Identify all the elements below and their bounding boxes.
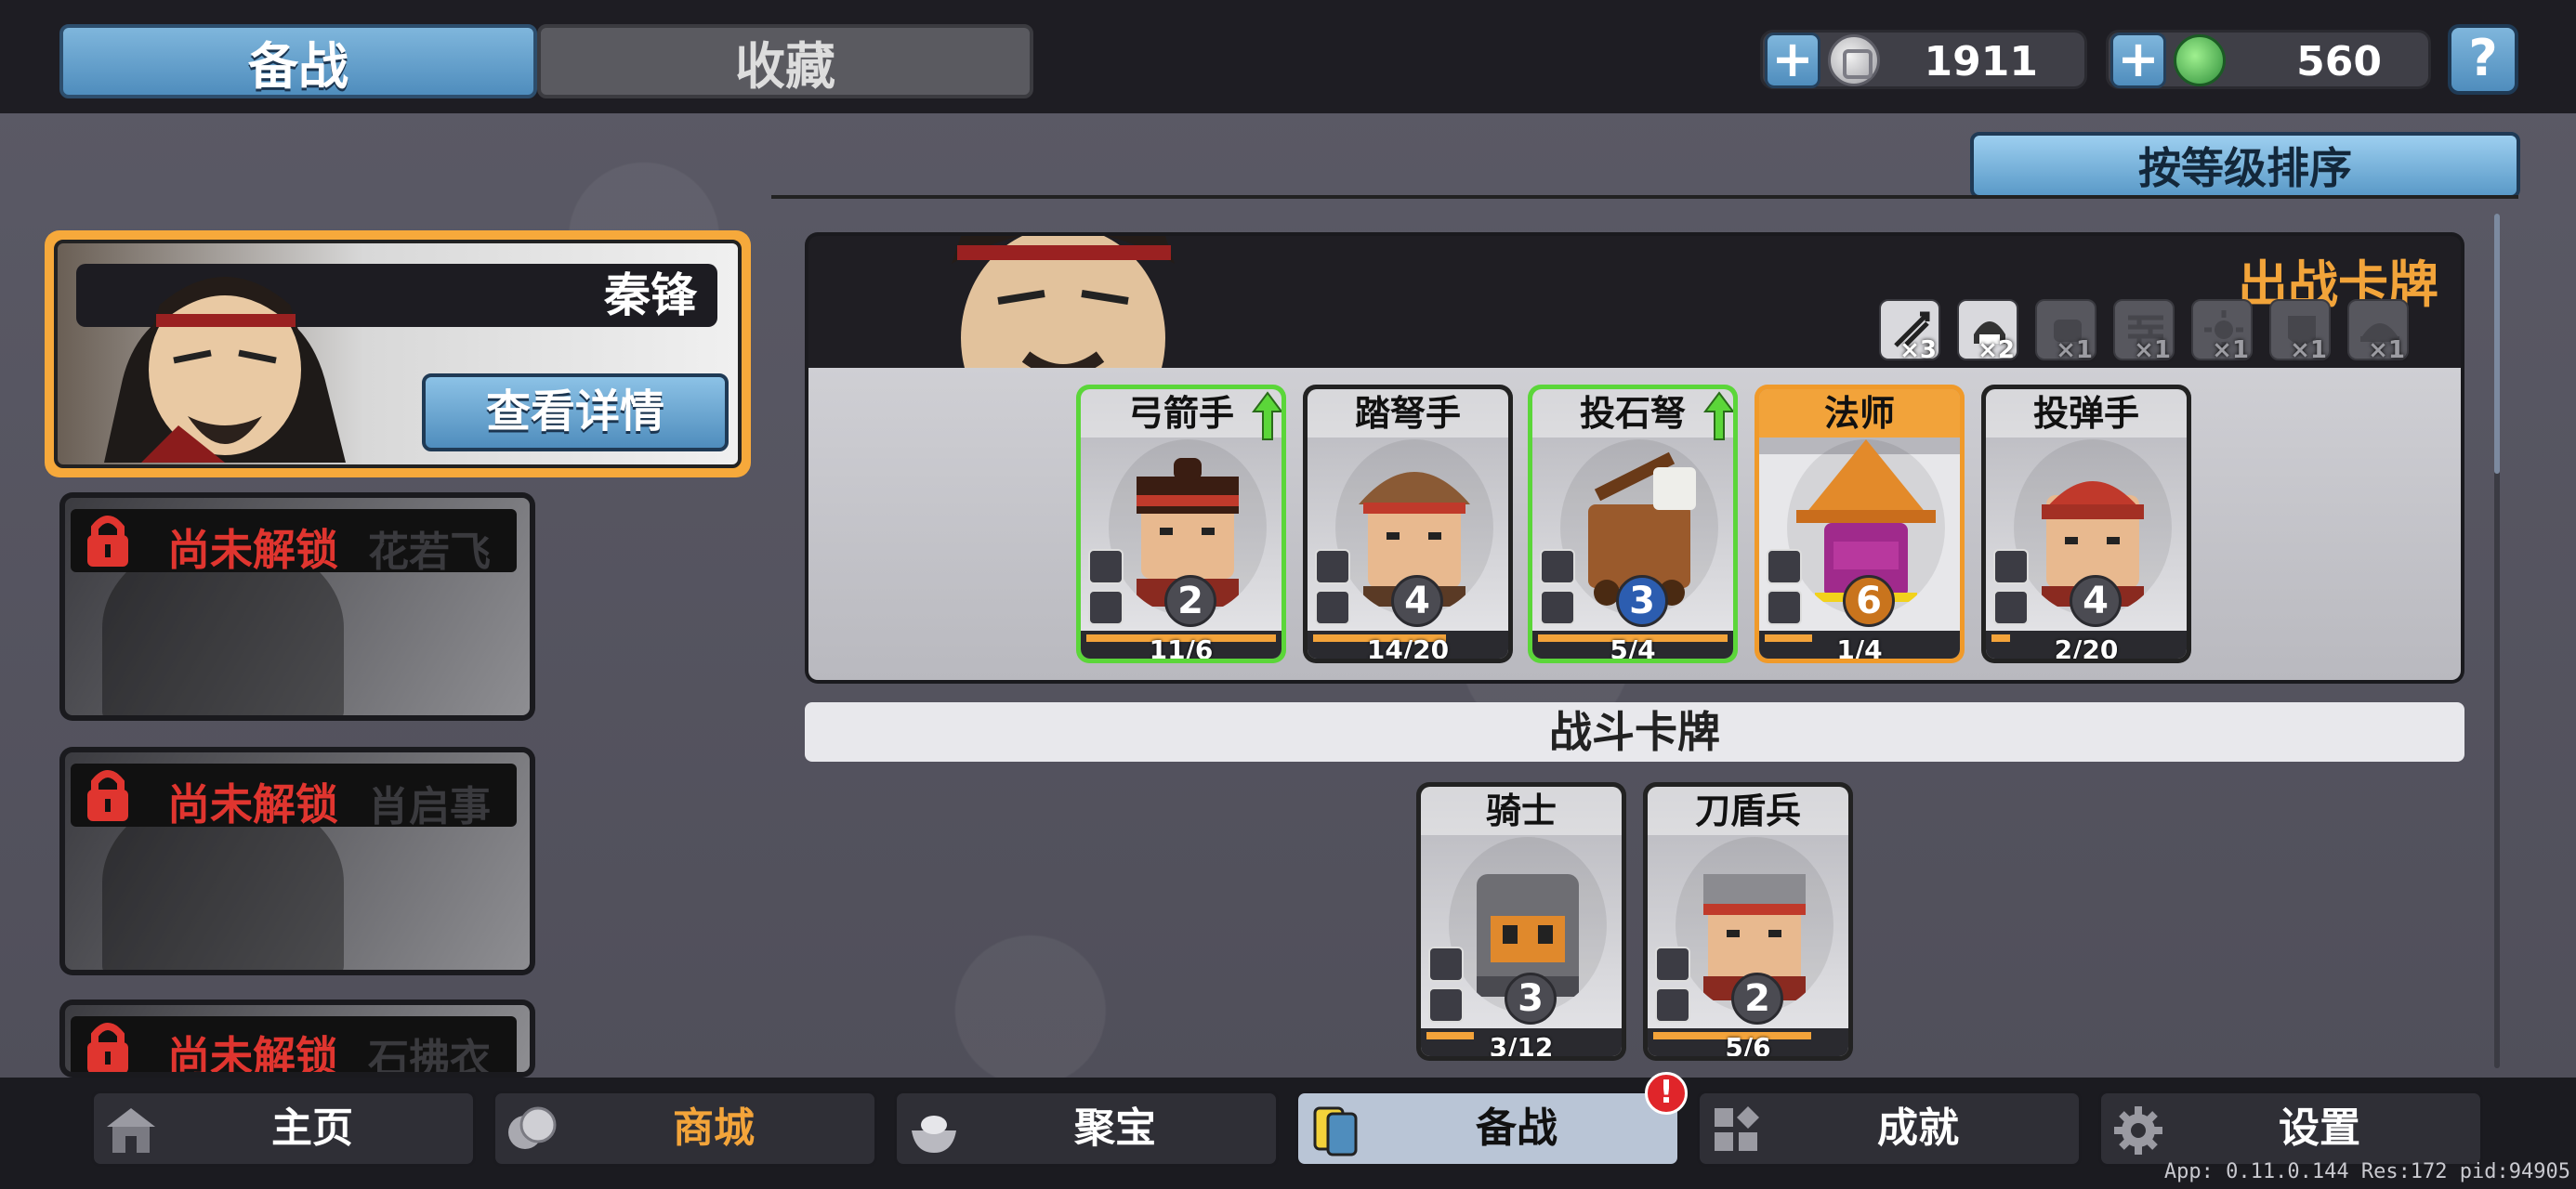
hero-name: 花若飞 [368, 529, 491, 576]
trait-chip-helmet[interactable]: ×2 [1957, 299, 2018, 364]
helmet-icon [1088, 590, 1124, 625]
add-silver-button[interactable]: + [1765, 33, 1820, 88]
nav-treasure[interactable]: 聚宝 [894, 1091, 1279, 1167]
upgrade-arrow-icon [1703, 391, 1733, 440]
hero-portrait [104, 277, 346, 463]
shield-icon [1655, 987, 1690, 1023]
trait-chip-fist[interactable]: ×1 [2035, 299, 2096, 364]
battle-card-shieldman[interactable]: 刀盾兵 2 5/6 [1643, 782, 1853, 1061]
jade-amount: 560 [2296, 38, 2382, 85]
locked-label: 尚未解锁 [167, 779, 338, 830]
silver-currency: + 1911 [1760, 30, 2087, 89]
hero-name: 肖启事 [368, 783, 491, 830]
selected-hero-card[interactable]: 秦锋 查看详情 [45, 230, 751, 477]
shop-coins-icon [508, 1106, 557, 1149]
card-progress: 14/20 [1308, 631, 1508, 659]
card-level: 3 [1616, 575, 1668, 627]
lock-icon [87, 770, 128, 821]
deck-card-crossbowman[interactable]: 踏弩手 4 14/20 [1303, 385, 1513, 663]
add-jade-button[interactable]: + [2110, 33, 2166, 88]
hero-face-banner [952, 236, 1175, 368]
deck-card-archer[interactable]: 弓箭手 2 11/6 [1076, 385, 1286, 663]
sort-by-level-button[interactable]: 按等级排序 [1970, 132, 2520, 199]
nav-shop[interactable]: 商城 [493, 1091, 877, 1167]
arrows-icon [1088, 549, 1124, 584]
card-progress: 5/6 [1648, 1028, 1848, 1056]
gear-icon [2114, 1106, 2162, 1155]
achievement-icon [1715, 1106, 1759, 1151]
locked-hero-card[interactable]: 尚未解锁 肖启事 [59, 747, 535, 975]
card-level: 2 [1164, 575, 1216, 627]
silver-amount: 1911 [1924, 38, 2038, 85]
battle-card-knight[interactable]: 骑士 3 3/12 [1416, 782, 1626, 1061]
sword-icon [1655, 947, 1690, 982]
hat-icon [1993, 590, 2029, 625]
helmet-icon [1767, 590, 1802, 625]
wall-icon [1540, 549, 1575, 584]
hero-name: 石拂衣 [368, 1036, 491, 1072]
cards-icon [1313, 1106, 1358, 1156]
card-name: 踏弩手 [1308, 389, 1508, 438]
card-level: 2 [1731, 973, 1783, 1025]
card-progress: 3/12 [1421, 1028, 1622, 1056]
trait-chip-mask[interactable]: ×1 [2269, 299, 2331, 364]
trait-chips: ×3 ×2 ×1 ×1 ×1 ×1 ×1 [1879, 299, 2409, 364]
card-name: 投弹手 [1986, 389, 2187, 438]
card-progress: 11/6 [1081, 631, 1281, 659]
locked-label: 尚未解锁 [167, 1032, 338, 1072]
notification-badge: ! [1645, 1072, 1688, 1115]
helmet-icon [1428, 987, 1464, 1023]
trait-chip-arrows[interactable]: ×3 [1879, 299, 1940, 364]
card-name: 法师 [1759, 389, 1960, 438]
trait-chip-wall[interactable]: ×1 [2113, 299, 2175, 364]
card-level: 6 [1843, 575, 1895, 627]
jade-coin-icon [2174, 34, 2226, 86]
nav-settings[interactable]: 设置 [2098, 1091, 2483, 1167]
deck-card-bomber[interactable]: 投弹手 4 2/20 [1981, 385, 2191, 663]
arrows-icon [1315, 549, 1350, 584]
nav-home[interactable]: 主页 [91, 1091, 476, 1167]
deck-card-catapult[interactable]: 投石弩 3 5/4 [1528, 385, 1738, 663]
mask-icon [1767, 549, 1802, 584]
lock-icon [87, 516, 128, 567]
arrows-icon [1993, 549, 2029, 584]
card-level: 3 [1505, 973, 1557, 1025]
divider [771, 195, 2518, 199]
card-name: 骑士 [1421, 787, 1622, 835]
battle-cards-header: 战斗卡牌 [805, 702, 2464, 762]
lock-icon [87, 1023, 128, 1072]
trait-chip-hat[interactable]: ×1 [2347, 299, 2409, 364]
locked-hero-card[interactable]: 尚未解锁 花若飞 [59, 492, 535, 721]
burst-icon [1540, 590, 1575, 625]
card-progress: 2/20 [1986, 631, 2187, 659]
silver-coin-icon [1828, 34, 1880, 86]
locked-hero-card[interactable]: 尚未解锁 石拂衣 [59, 1000, 535, 1078]
nav-prepare[interactable]: 备战 [1295, 1091, 1680, 1167]
mask-icon [1428, 947, 1464, 982]
tab-prepare[interactable]: 备战 [59, 24, 537, 98]
nav-achievement[interactable]: 成就 [1697, 1091, 2082, 1167]
locked-label: 尚未解锁 [167, 525, 338, 575]
home-icon [107, 1108, 155, 1153]
scrollbar[interactable] [2494, 214, 2500, 1068]
card-level: 4 [1391, 575, 1443, 627]
upgrade-arrow-icon [1252, 391, 1281, 440]
app-info: App: 0.11.0.144 Res:172 pid:94905 [2163, 1160, 2570, 1183]
fist-icon [1315, 590, 1350, 625]
tab-collection[interactable]: 收藏 [537, 24, 1033, 98]
view-details-button[interactable]: 查看详情 [422, 373, 729, 451]
deck-card-mage[interactable]: 法师 6 1/4 [1755, 385, 1965, 663]
help-button[interactable]: ? [2448, 24, 2518, 95]
card-progress: 1/4 [1759, 631, 1960, 659]
trait-chip-burst[interactable]: ×1 [2191, 299, 2253, 364]
card-level: 4 [2070, 575, 2122, 627]
card-progress: 5/4 [1532, 631, 1733, 659]
jade-currency: + 560 [2106, 30, 2431, 89]
scrollbar-thumb[interactable] [2494, 214, 2500, 474]
treasure-bowl-icon [912, 1116, 956, 1153]
card-name: 刀盾兵 [1648, 787, 1848, 835]
